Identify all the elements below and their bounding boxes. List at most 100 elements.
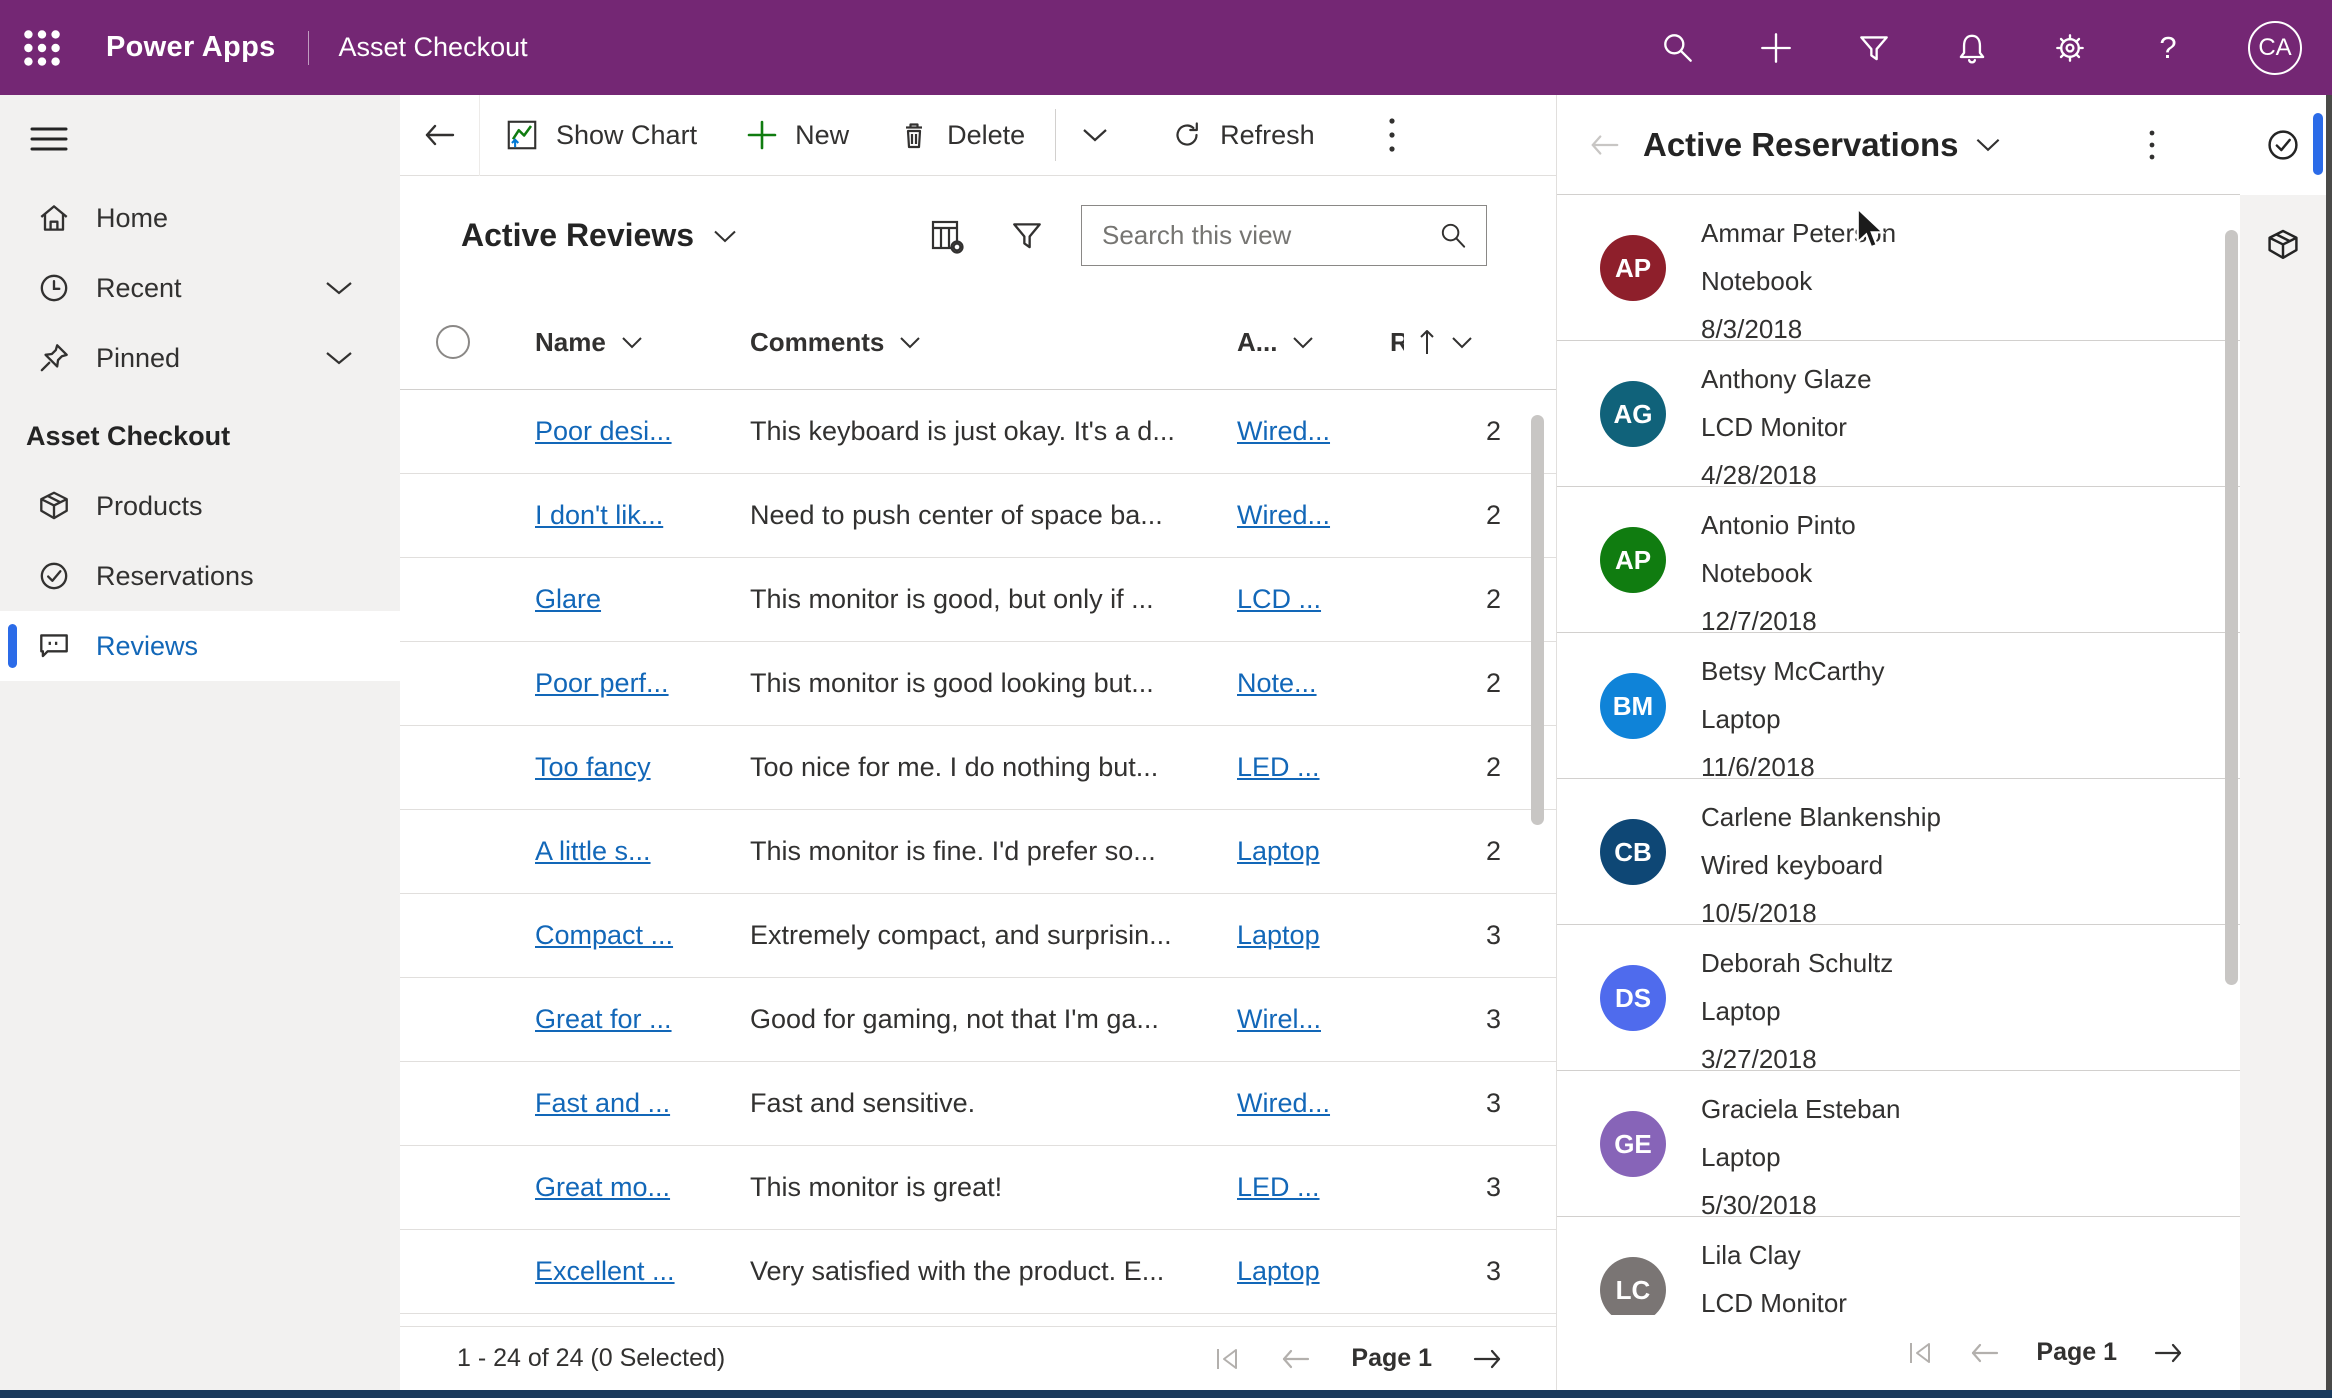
first-page-icon[interactable] xyxy=(1906,1338,1934,1368)
search-icon[interactable] xyxy=(1660,30,1696,66)
table-row[interactable]: Fast and ... Fast and sensitive. Wired..… xyxy=(400,1062,1556,1146)
hamburger-menu-icon[interactable] xyxy=(0,95,400,183)
new-button[interactable]: New xyxy=(721,95,873,176)
review-name-link[interactable]: Compact ... xyxy=(535,920,673,950)
review-name-link[interactable]: I don't lik... xyxy=(535,500,663,530)
review-name-link[interactable]: Poor perf... xyxy=(535,668,669,698)
account-avatar[interactable]: CA xyxy=(2248,21,2302,75)
review-name-link[interactable]: Glare xyxy=(535,584,601,614)
panel-back-arrow-icon[interactable] xyxy=(1587,129,1623,161)
panel-view-chevron-icon[interactable] xyxy=(1974,136,2002,153)
table-row[interactable]: I don't lik... Need to push center of sp… xyxy=(400,474,1556,558)
next-page-icon[interactable] xyxy=(1470,1345,1504,1373)
sidebar-item-products[interactable]: Products xyxy=(0,471,400,541)
search-icon[interactable] xyxy=(1437,219,1470,253)
reservation-contact-name: Anthony Glaze xyxy=(1701,355,1872,403)
waffle-menu-icon[interactable] xyxy=(0,0,84,95)
reservation-contact-name: Carlene Blankenship xyxy=(1701,793,1941,841)
list-item[interactable]: GE Graciela Esteban Laptop 5/30/2018 xyxy=(1557,1071,2241,1217)
select-all-checkbox[interactable] xyxy=(434,323,472,361)
asset-link[interactable]: LCD ... xyxy=(1237,584,1321,614)
table-row[interactable]: Great for ... Good for gaming, not that … xyxy=(400,978,1556,1062)
previous-page-icon[interactable] xyxy=(1279,1345,1313,1373)
command-bar: Show Chart New Delete Refresh xyxy=(400,95,1556,176)
delete-split-chevron[interactable] xyxy=(1062,95,1128,176)
list-item[interactable]: BM Betsy McCarthy Laptop 11/6/2018 xyxy=(1557,633,2241,779)
list-item[interactable]: AP Antonio Pinto Notebook 12/7/2018 xyxy=(1557,487,2241,633)
settings-gear-icon[interactable] xyxy=(2052,30,2088,66)
show-chart-button[interactable]: Show Chart xyxy=(480,95,721,176)
asset-link[interactable]: Laptop xyxy=(1237,1256,1320,1286)
refresh-button[interactable]: Refresh xyxy=(1146,95,1339,176)
view-selector[interactable]: Active Reviews xyxy=(461,217,694,254)
next-page-icon[interactable] xyxy=(2151,1339,2185,1367)
table-row[interactable]: Poor perf... This monitor is good lookin… xyxy=(400,642,1556,726)
filter-view-icon[interactable] xyxy=(1009,218,1045,254)
rail-reservations-tab[interactable] xyxy=(2240,95,2326,195)
panel-footer: Page 1 xyxy=(1557,1315,2241,1390)
search-input[interactable] xyxy=(1102,220,1437,251)
asset-link[interactable]: LED ... xyxy=(1237,1172,1320,1202)
sidebar-item-recent[interactable]: Recent xyxy=(0,253,400,323)
review-name-link[interactable]: Too fancy xyxy=(535,752,651,782)
review-name-link[interactable]: A little s... xyxy=(535,836,651,866)
asset-link[interactable]: LED ... xyxy=(1237,752,1320,782)
panel-more-icon[interactable] xyxy=(2148,128,2156,162)
delete-button[interactable]: Delete xyxy=(873,95,1049,176)
review-name-link[interactable]: Fast and ... xyxy=(535,1088,670,1118)
table-row[interactable]: Compact ... Extremely compact, and surpr… xyxy=(400,894,1556,978)
avatar: BM xyxy=(1600,673,1666,739)
chevron-down-icon[interactable] xyxy=(324,279,354,297)
review-name-link[interactable]: Great mo... xyxy=(535,1172,670,1202)
edit-columns-icon[interactable] xyxy=(927,216,967,256)
column-header-rating[interactable]: R xyxy=(1390,327,1505,358)
column-header-name[interactable]: Name xyxy=(535,327,750,358)
reservation-contact-name: Ammar Peterson xyxy=(1701,209,1896,257)
app-title[interactable]: Asset Checkout xyxy=(339,32,528,63)
panel-scrollbar-thumb[interactable] xyxy=(2225,230,2238,985)
view-chevron-down-icon[interactable] xyxy=(712,228,738,244)
asset-link[interactable]: Wired... xyxy=(1237,500,1330,530)
sidebar-item-reservations[interactable]: Reservations xyxy=(0,541,400,611)
review-name-link[interactable]: Great for ... xyxy=(535,1004,672,1034)
review-name-link[interactable]: Poor desi... xyxy=(535,416,672,446)
list-item[interactable]: CB Carlene Blankenship Wired keyboard 10… xyxy=(1557,779,2241,925)
rail-products-tab[interactable] xyxy=(2240,195,2326,295)
first-page-icon[interactable] xyxy=(1213,1344,1241,1374)
asset-link[interactable]: Laptop xyxy=(1237,920,1320,950)
asset-link[interactable]: Wired... xyxy=(1237,416,1330,446)
asset-link[interactable]: Laptop xyxy=(1237,836,1320,866)
panel-view-selector[interactable]: Active Reservations xyxy=(1643,126,1958,164)
list-item[interactable]: DS Deborah Schultz Laptop 3/27/2018 xyxy=(1557,925,2241,1071)
table-row[interactable]: Poor desi... This keyboard is just okay.… xyxy=(400,390,1556,474)
table-row[interactable]: A little s... This monitor is fine. I'd … xyxy=(400,810,1556,894)
filter-icon[interactable] xyxy=(1856,30,1892,66)
asset-link[interactable]: Wirel... xyxy=(1237,1004,1321,1034)
table-row[interactable]: Too fancy Too nice for me. I do nothing … xyxy=(400,726,1556,810)
review-name-link[interactable]: Excellent ... xyxy=(535,1256,675,1286)
notifications-bell-icon[interactable] xyxy=(1954,30,1990,66)
list-item[interactable]: LC Lila Clay LCD Monitor xyxy=(1557,1217,2241,1315)
add-icon[interactable] xyxy=(1758,30,1794,66)
column-header-asset[interactable]: A... xyxy=(1237,327,1390,358)
list-item[interactable]: AP Ammar Peterson Notebook 8/3/2018 xyxy=(1557,195,2241,341)
asset-link[interactable]: Note... xyxy=(1237,668,1317,698)
asset-link[interactable]: Wired... xyxy=(1237,1088,1330,1118)
table-row[interactable]: Excellent ... Very satisfied with the pr… xyxy=(400,1230,1556,1314)
help-icon[interactable]: ? xyxy=(2150,30,2186,66)
grid-scrollbar-thumb[interactable] xyxy=(1531,415,1544,825)
previous-page-icon[interactable] xyxy=(1968,1339,2002,1367)
column-header-comments[interactable]: Comments xyxy=(750,327,1237,358)
chevron-down-icon[interactable] xyxy=(324,349,354,367)
table-row[interactable]: Glare This monitor is good, but only if … xyxy=(400,558,1556,642)
reservation-product: Notebook xyxy=(1701,549,1856,597)
sidebar-item-reviews[interactable]: Reviews xyxy=(0,611,400,681)
commandbar-divider xyxy=(1055,109,1056,161)
more-commands-icon[interactable] xyxy=(1361,95,1423,176)
list-item[interactable]: AG Anthony Glaze LCD Monitor 4/28/2018 xyxy=(1557,341,2241,487)
table-row[interactable]: Great mo... This monitor is great! LED .… xyxy=(400,1146,1556,1230)
back-button[interactable] xyxy=(400,95,480,176)
brand-name[interactable]: Power Apps xyxy=(106,31,276,64)
sidebar-item-home[interactable]: Home xyxy=(0,183,400,253)
sidebar-item-pinned[interactable]: Pinned xyxy=(0,323,400,393)
